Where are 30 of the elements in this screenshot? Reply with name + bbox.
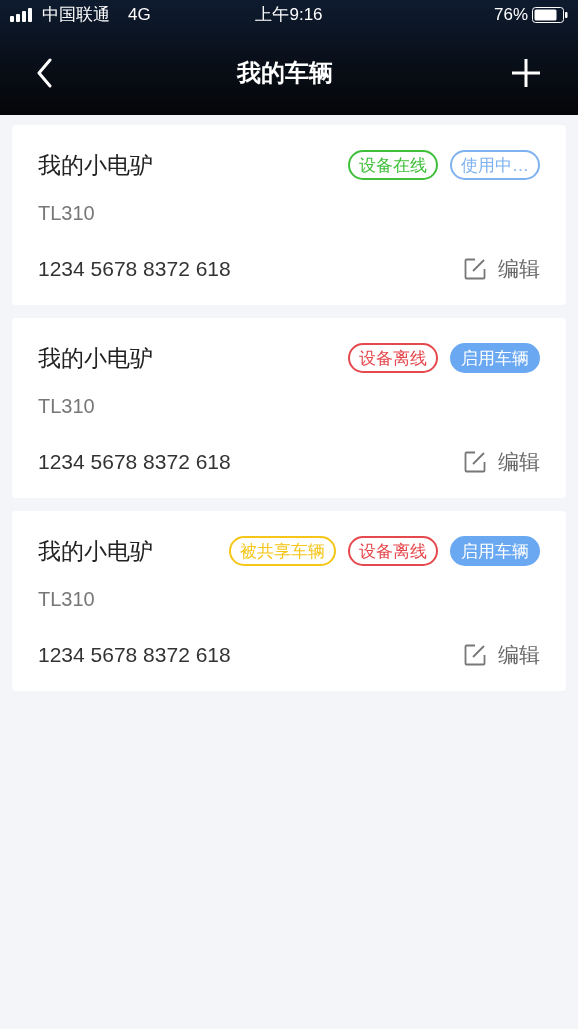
battery-percent: 76%: [493, 4, 528, 27]
edit-icon: [464, 450, 486, 473]
edit-button[interactable]: 编辑: [464, 639, 540, 671]
vehicle-card[interactable]: 我的小电驴 设备在线 使用中… TL310 1234 5678 8372 618 编辑: [12, 125, 566, 305]
status-tag: 使用中…: [450, 150, 540, 180]
vehicle-model: TL310: [38, 201, 95, 226]
vehicle-name: 我的小电驴: [38, 150, 153, 180]
network-label: 4G: [128, 4, 151, 27]
vehicle-model: TL310: [38, 394, 95, 419]
vehicle-model: TL310: [38, 587, 95, 612]
edit-button[interactable]: 编辑: [464, 253, 540, 285]
edit-icon: [464, 257, 486, 280]
clock: 上午9:16: [254, 4, 324, 27]
status-tag: 设备离线: [348, 536, 438, 566]
vehicle-name: 我的小电驴: [38, 536, 153, 566]
edit-button[interactable]: 编辑: [464, 446, 540, 478]
serial-number: 1234 5678 8372 618: [38, 642, 231, 668]
serial-number: 1234 5678 8372 618: [38, 256, 231, 282]
vehicle-name: 我的小电驴: [38, 343, 153, 373]
status-tag: 被共享车辆: [229, 536, 336, 566]
carrier-label: 中国联通: [42, 4, 110, 27]
vehicle-card[interactable]: 我的小电驴 设备离线 启用车辆 TL310 1234 5678 8372 618 编辑: [12, 318, 566, 498]
edit-icon: [464, 643, 486, 666]
vehicle-card[interactable]: 我的小电驴 被共享车辆 设备离线 启用车辆 TL310 1234 5678 8372 618 编辑: [12, 511, 566, 691]
add-button[interactable]: [510, 56, 542, 89]
page-title: 我的车辆: [237, 57, 333, 88]
serial-number: 1234 5678 8372 618: [38, 449, 231, 475]
status-tag: 设备离线: [348, 343, 438, 373]
status-tag: 设备在线: [348, 150, 438, 180]
battery-icon: [532, 7, 568, 23]
